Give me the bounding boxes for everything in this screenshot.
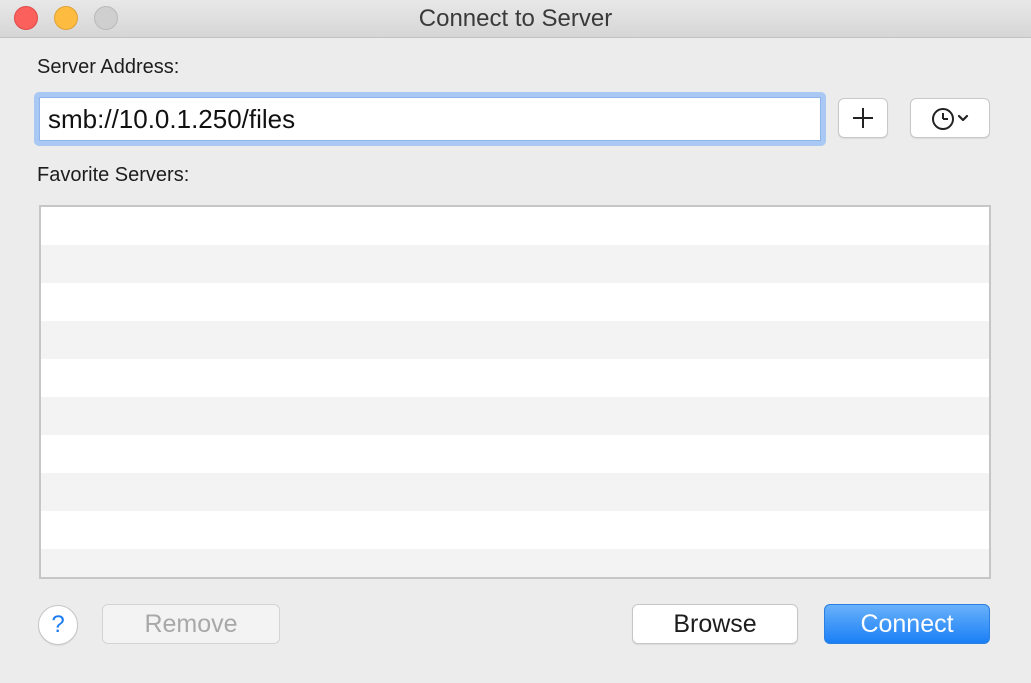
recent-servers-button[interactable] <box>910 98 990 138</box>
chevron-down-icon <box>957 114 969 122</box>
title-bar: Connect to Server <box>0 0 1031 38</box>
add-favorite-button[interactable] <box>838 98 888 138</box>
list-item[interactable] <box>41 511 989 549</box>
list-item[interactable] <box>41 321 989 359</box>
connect-to-server-window: Connect to Server Server Address: Favori… <box>0 0 1031 683</box>
clock-icon <box>932 108 954 130</box>
help-button[interactable]: ? <box>38 605 78 645</box>
browse-button[interactable]: Browse <box>632 604 798 644</box>
server-address-input[interactable] <box>39 97 821 141</box>
server-address-label: Server Address: <box>37 56 180 78</box>
list-item[interactable] <box>41 207 989 245</box>
list-item[interactable] <box>41 549 989 577</box>
list-item[interactable] <box>41 473 989 511</box>
server-address-focus-ring <box>34 92 826 146</box>
favorite-servers-label: Favorite Servers: <box>37 164 190 186</box>
list-item[interactable] <box>41 435 989 473</box>
favorite-servers-list[interactable] <box>39 205 991 579</box>
plus-icon <box>853 108 873 128</box>
list-item[interactable] <box>41 397 989 435</box>
list-item[interactable] <box>41 283 989 321</box>
list-item[interactable] <box>41 359 989 397</box>
remove-button[interactable]: Remove <box>102 604 280 644</box>
connect-button[interactable]: Connect <box>824 604 990 644</box>
list-item[interactable] <box>41 245 989 283</box>
window-title: Connect to Server <box>418 5 613 32</box>
